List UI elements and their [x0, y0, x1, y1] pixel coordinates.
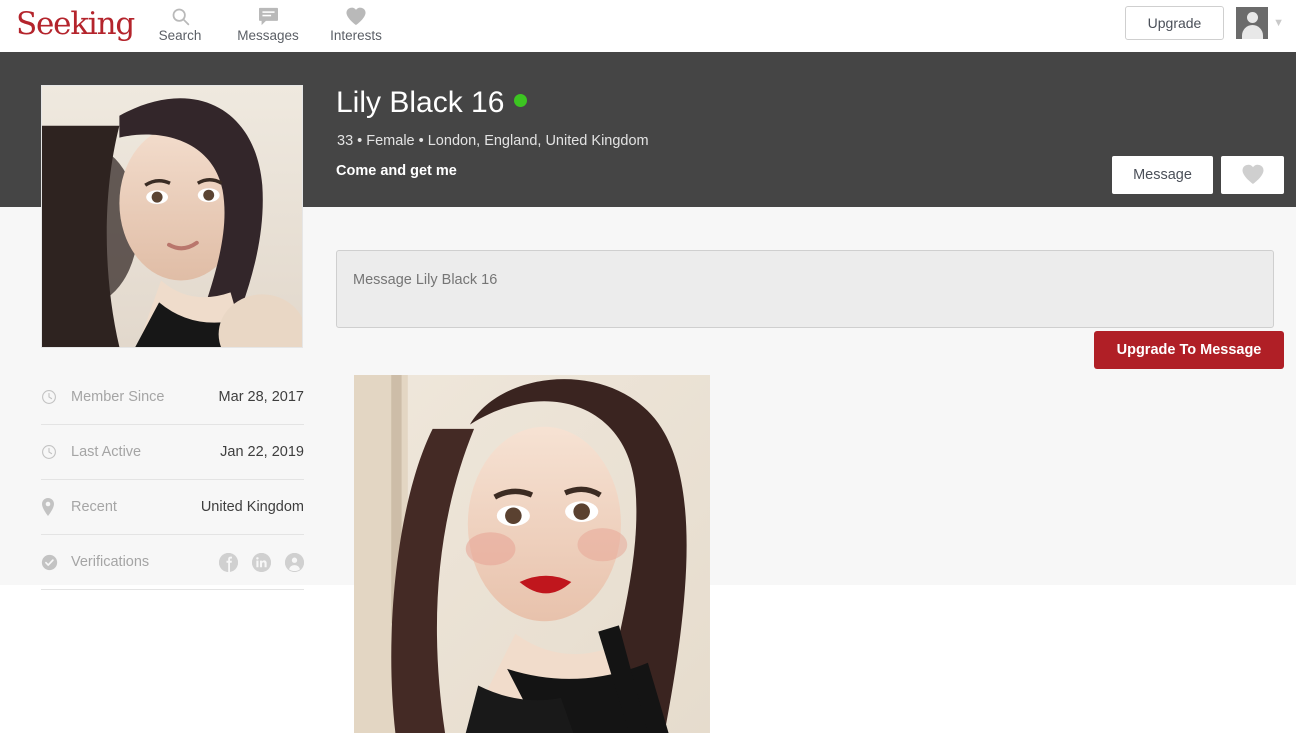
profile-info-list: Member Since Mar 28, 2017 Last Active Ja…: [41, 370, 304, 590]
profile-tagline: Come and get me: [336, 163, 457, 179]
nav-item-interests[interactable]: Interests: [312, 0, 400, 52]
info-row-member-since: Member Since Mar 28, 2017: [41, 370, 304, 425]
info-row-verifications: Verifications: [41, 535, 304, 590]
heart-icon: [345, 5, 367, 27]
info-value: Jan 22, 2019: [220, 444, 304, 460]
info-value: United Kingdom: [200, 499, 304, 515]
profile-actions: Message: [1112, 156, 1284, 194]
message-button[interactable]: Message: [1112, 156, 1213, 194]
profile-main: Upgrade To Message: [312, 207, 1296, 733]
info-row-recent: Recent United Kingdom: [41, 480, 304, 535]
check-circle-icon: [41, 554, 67, 571]
site-logo[interactable]: Seeking: [16, 6, 135, 42]
favorite-button[interactable]: [1221, 156, 1284, 194]
info-row-last-active: Last Active Jan 22, 2019: [41, 425, 304, 480]
avatar[interactable]: [1236, 7, 1269, 39]
clock-icon: [41, 389, 67, 405]
avatar-body: [1241, 25, 1263, 39]
top-navbar: Seeking Search Messages Interests Upgrad…: [0, 0, 1296, 52]
location-icon: [41, 498, 67, 516]
page-title: Lily Black 16: [336, 85, 528, 121]
messages-icon: [258, 5, 279, 27]
chevron-down-icon[interactable]: ▼: [1273, 17, 1284, 29]
photo-gallery: Private (7) Request to View: [354, 375, 710, 733]
search-icon: [170, 5, 191, 27]
facebook-icon[interactable]: [219, 552, 238, 572]
info-label: Recent: [71, 499, 117, 515]
nav-item-search[interactable]: Search: [136, 0, 224, 52]
profile-photo[interactable]: [41, 85, 303, 348]
avatar-head: [1246, 12, 1258, 23]
info-label: Member Since: [71, 389, 165, 405]
account-menu[interactable]: ▼: [1236, 7, 1284, 39]
upgrade-to-message-button[interactable]: Upgrade To Message: [1094, 331, 1284, 369]
info-label: Last Active: [71, 444, 142, 460]
public-photo-thumbnail[interactable]: [354, 375, 710, 733]
heart-icon: [1241, 163, 1265, 188]
nav-item-interests-label: Interests: [330, 28, 382, 43]
nav-item-messages[interactable]: Messages: [224, 0, 312, 52]
info-value: Mar 28, 2017: [218, 389, 304, 405]
verification-badges: [219, 552, 304, 572]
profile-photo-art: [42, 86, 302, 347]
profile-name: Lily Black 16: [336, 86, 505, 119]
message-input[interactable]: [336, 250, 1274, 328]
public-photo-art: [354, 375, 710, 733]
person-icon[interactable]: [285, 552, 304, 572]
upgrade-button[interactable]: Upgrade: [1125, 6, 1224, 40]
linkedin-icon[interactable]: [252, 552, 271, 572]
online-status-dot: [514, 94, 528, 107]
profile-sidebar: Member Since Mar 28, 2017 Last Active Ja…: [0, 52, 312, 590]
main-nav: Search Messages Interests: [136, 0, 400, 52]
profile-meta: 33 • Female • London, England, United Ki…: [337, 133, 649, 149]
nav-item-search-label: Search: [158, 28, 202, 43]
nav-item-messages-label: Messages: [237, 28, 299, 43]
clock-icon: [41, 444, 67, 460]
info-label: Verifications: [71, 554, 150, 570]
